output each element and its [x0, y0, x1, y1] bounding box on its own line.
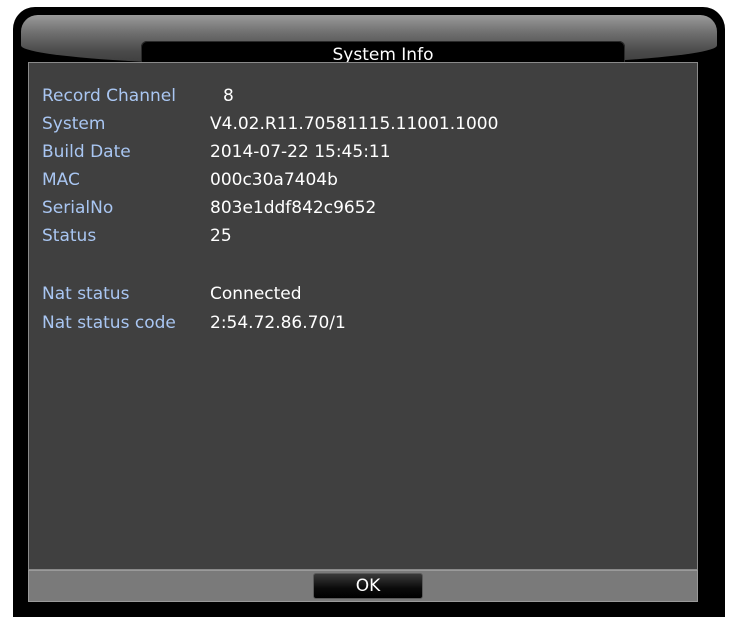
record-channel-label: Record Channel — [42, 86, 176, 106]
system-value: V4.02.R11.70581115.11001.1000 — [210, 114, 499, 134]
system-label: System — [42, 114, 106, 134]
build-date-label: Build Date — [42, 142, 131, 162]
mac-value: 000c30a7404b — [210, 170, 338, 190]
ok-button[interactable]: OK — [313, 573, 423, 599]
serial-no-label: SerialNo — [42, 198, 114, 218]
status-label: Status — [42, 226, 97, 246]
nat-status-value: Connected — [210, 284, 302, 304]
nat-status-code-label: Nat status code — [42, 313, 176, 333]
status-value: 25 — [210, 226, 232, 246]
info-panel: Record Channel 8 System V4.02.R11.705811… — [28, 62, 698, 570]
mac-label: MAC — [42, 170, 80, 190]
serial-no-value: 803e1ddf842c9652 — [210, 198, 377, 218]
nat-status-label: Nat status — [42, 284, 130, 304]
dialog-footer: OK — [28, 570, 698, 602]
record-channel-value: 8 — [223, 86, 234, 106]
nat-status-code-value: 2:54.72.86.70/1 — [210, 313, 346, 333]
build-date-value: 2014-07-22 15:45:11 — [210, 142, 391, 162]
dialog-header: System Info — [21, 15, 717, 69]
